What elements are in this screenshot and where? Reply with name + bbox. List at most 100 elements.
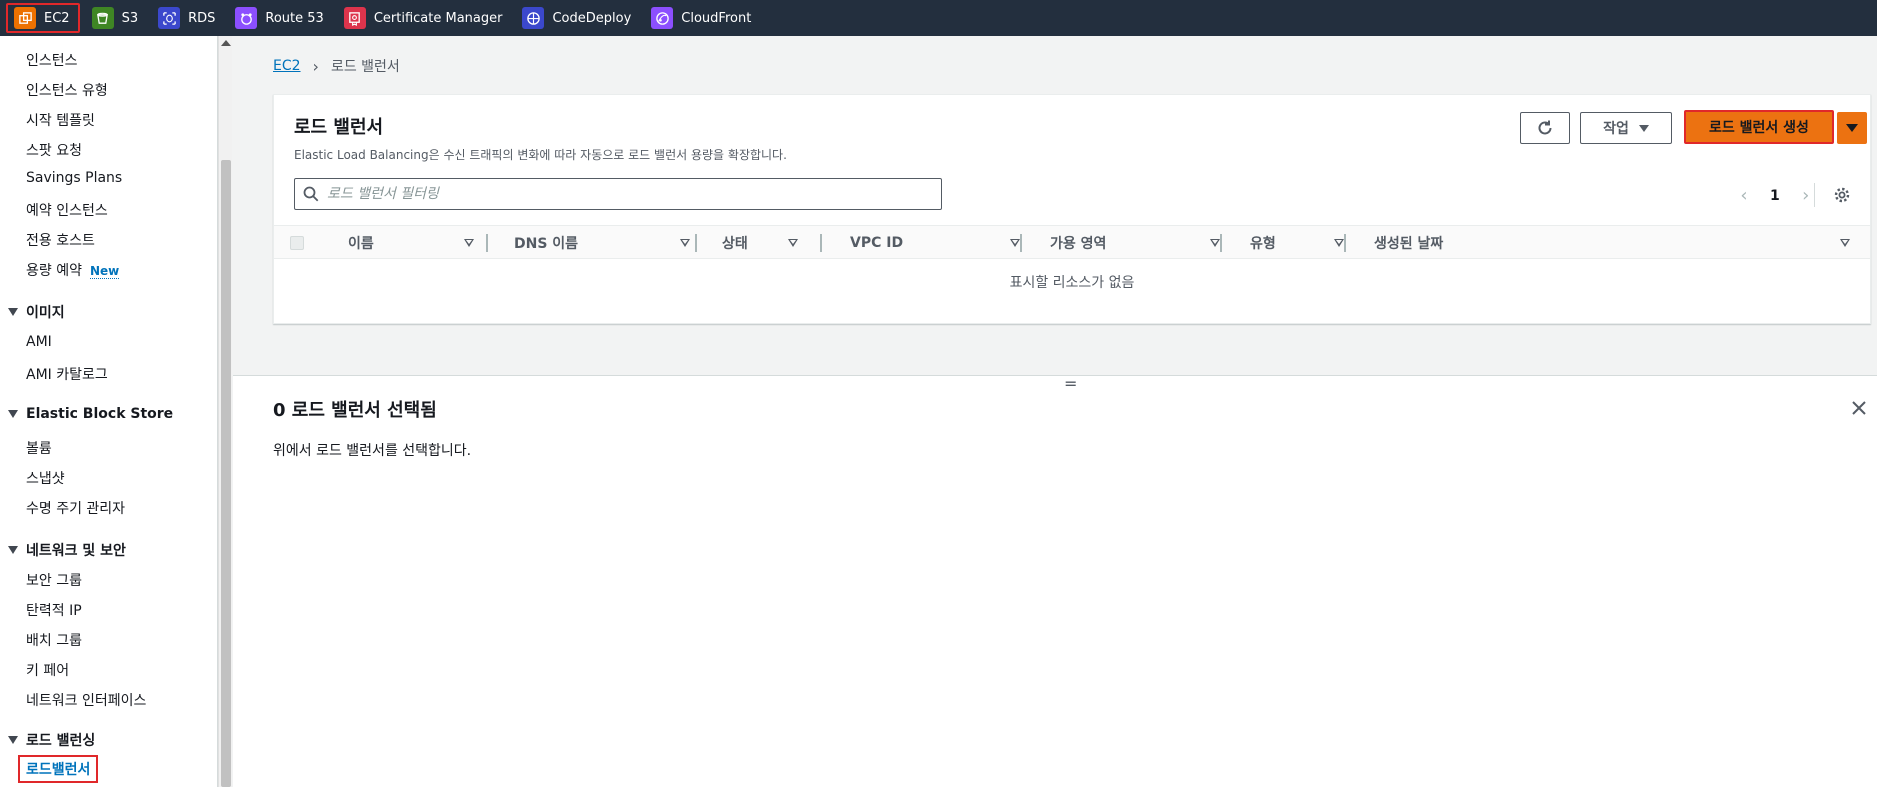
- nav-section-label: Elastic Block Store: [26, 406, 174, 422]
- current-page-number[interactable]: 1: [1770, 188, 1780, 204]
- gear-icon: [1834, 187, 1850, 203]
- nav-security-groups[interactable]: 보안 그룹: [26, 570, 82, 590]
- breadcrumb-current: 로드 밸런서: [330, 59, 400, 75]
- actions-dropdown-button[interactable]: 작업: [1580, 112, 1672, 144]
- nav-section-network-security[interactable]: 네트워크 및 보안: [8, 540, 126, 560]
- service-label: CloudFront: [681, 10, 752, 26]
- side-navigation: 인스턴스 인스턴스 유형 시작 템플릿 스팟 요청 Savings Plans …: [0, 36, 218, 787]
- service-codedeploy[interactable]: CodeDeploy: [516, 3, 639, 33]
- service-ec2[interactable]: EC2: [6, 3, 80, 33]
- chevron-right-icon: ›: [312, 56, 319, 76]
- nav-snapshots[interactable]: 스냅샷: [26, 468, 65, 488]
- panel-description: Elastic Load Balancing은 수신 트래픽의 변화에 따라 자…: [294, 148, 787, 162]
- nav-reserved-instances[interactable]: 예약 인스턴스: [26, 200, 108, 220]
- breadcrumb-ec2-link[interactable]: EC2: [273, 58, 301, 74]
- split-panel-resize-handle[interactable]: =: [1064, 376, 1077, 392]
- refresh-button[interactable]: [1520, 112, 1570, 144]
- nav-ami[interactable]: AMI: [26, 334, 52, 350]
- caret-down-icon: [8, 736, 18, 744]
- cloudfront-icon: [651, 7, 674, 29]
- nav-instance-types[interactable]: 인스턴스 유형: [26, 80, 108, 100]
- column-header-name[interactable]: 이름: [348, 226, 478, 260]
- column-resize-handle[interactable]: [486, 234, 488, 252]
- scroll-up-arrow-icon[interactable]: [221, 40, 231, 46]
- select-all-checkbox[interactable]: [290, 236, 304, 250]
- ec2-icon: [14, 7, 36, 29]
- service-route53[interactable]: Route 53: [229, 3, 331, 33]
- column-resize-handle[interactable]: [695, 234, 697, 252]
- codedeploy-icon: [522, 7, 545, 29]
- nav-section-images[interactable]: 이미지: [8, 302, 65, 322]
- caret-down-icon: [8, 410, 18, 418]
- column-label: 생성된 날짜: [1374, 236, 1444, 252]
- column-resize-handle[interactable]: [1220, 234, 1222, 252]
- column-header-type[interactable]: 유형: [1250, 226, 1350, 260]
- service-s3[interactable]: S3: [86, 3, 147, 33]
- filter-search-box: [294, 178, 942, 210]
- selection-hint: 위에서 로드 밸런서를 선택합니다.: [273, 443, 472, 459]
- nav-savings-plans[interactable]: Savings Plans: [26, 170, 122, 186]
- nav-network-interfaces[interactable]: 네트워크 인터페이스: [26, 690, 146, 710]
- main-content: EC2 › 로드 밸런서 로드 밸런서 Elastic Load Balanci…: [233, 36, 1877, 787]
- create-options-dropdown-button[interactable]: [1837, 112, 1867, 144]
- service-label: CodeDeploy: [552, 10, 632, 26]
- caret-down-icon: [8, 308, 18, 316]
- create-load-balancer-button[interactable]: 로드 밸런서 생성: [1684, 110, 1834, 144]
- nav-ami-catalog[interactable]: AMI 카탈로그: [26, 364, 108, 384]
- column-resize-handle[interactable]: [1020, 234, 1022, 252]
- split-panel-divider: [233, 375, 1877, 376]
- column-header-dns-name[interactable]: DNS 이름: [514, 226, 694, 260]
- filter-input[interactable]: [327, 186, 927, 202]
- nav-spot-requests[interactable]: 스팟 요청: [26, 140, 82, 160]
- sort-icon: [464, 239, 474, 247]
- certificate-manager-icon: [343, 7, 366, 29]
- nav-key-pairs[interactable]: 키 페어: [26, 660, 69, 680]
- nav-volumes[interactable]: 볼륨: [26, 438, 52, 458]
- nav-section-ebs[interactable]: Elastic Block Store: [8, 406, 173, 422]
- column-header-availability-zones[interactable]: 가용 영역: [1050, 226, 1230, 260]
- table-header: 이름 DNS 이름 상태 VPC ID 가용 영역 유형 생성된 날짜: [274, 225, 1870, 259]
- search-icon: [303, 186, 319, 202]
- service-cloudfront[interactable]: CloudFront: [645, 3, 759, 33]
- nav-instances[interactable]: 인스턴스: [26, 50, 78, 70]
- nav-load-balancers[interactable]: 로드밸런서: [18, 755, 99, 783]
- scrollbar-thumb[interactable]: [221, 160, 231, 787]
- service-label: EC2: [44, 10, 70, 26]
- actions-label: 작업: [1603, 121, 1629, 137]
- nav-section-label: 로드 밸런싱: [26, 733, 96, 749]
- caret-down-icon: [1846, 124, 1858, 132]
- previous-page-icon[interactable]: ‹: [1734, 185, 1754, 206]
- nav-capacity-reservations[interactable]: 용량 예약 New: [26, 260, 120, 280]
- nav-section-load-balancing[interactable]: 로드 밸런싱: [8, 730, 95, 750]
- nav-launch-templates[interactable]: 시작 템플릿: [26, 110, 95, 130]
- sort-icon: [680, 239, 690, 247]
- column-header-state[interactable]: 상태: [722, 226, 802, 260]
- column-header-vpc-id[interactable]: VPC ID: [850, 226, 1030, 260]
- table-preferences-button[interactable]: [1830, 183, 1854, 207]
- column-label: VPC ID: [850, 235, 904, 251]
- column-resize-handle[interactable]: [1344, 234, 1346, 252]
- sort-icon: [1840, 239, 1850, 247]
- service-certificate-manager[interactable]: Certificate Manager: [338, 3, 511, 33]
- nav-elastic-ips[interactable]: 탄력적 IP: [26, 600, 82, 620]
- next-page-icon[interactable]: ›: [1796, 185, 1816, 206]
- nav-label: 용량 예약: [26, 263, 82, 279]
- close-split-panel-button[interactable]: [1847, 396, 1871, 420]
- panel-title: 로드 밸런서: [294, 117, 384, 138]
- load-balancers-panel: 로드 밸런서 Elastic Load Balancing은 수신 트래픽의 변…: [273, 94, 1871, 324]
- service-shortcut-bar: EC2 S3 RDS Route 53 Certificate Manager …: [0, 0, 1877, 36]
- nav-dedicated-hosts[interactable]: 전용 호스트: [26, 230, 95, 250]
- column-header-date-created[interactable]: 생성된 날짜: [1374, 226, 1854, 260]
- sort-icon: [1334, 239, 1344, 247]
- sort-icon: [1210, 239, 1220, 247]
- column-resize-handle[interactable]: [820, 234, 822, 252]
- empty-table-message: 표시할 리소스가 없음: [1009, 275, 1135, 291]
- service-rds[interactable]: RDS: [152, 3, 223, 33]
- detail-split-panel: 0 로드 밸런서 선택됨 위에서 로드 밸런서를 선택합니다.: [233, 376, 1877, 787]
- service-label: RDS: [188, 10, 216, 26]
- nav-lifecycle-manager[interactable]: 수명 주기 관리자: [26, 498, 125, 518]
- column-label: 가용 영역: [1050, 236, 1107, 252]
- sidebar-scrollbar[interactable]: [218, 36, 232, 787]
- nav-placement-groups[interactable]: 배치 그룹: [26, 630, 82, 650]
- s3-icon: [91, 7, 114, 29]
